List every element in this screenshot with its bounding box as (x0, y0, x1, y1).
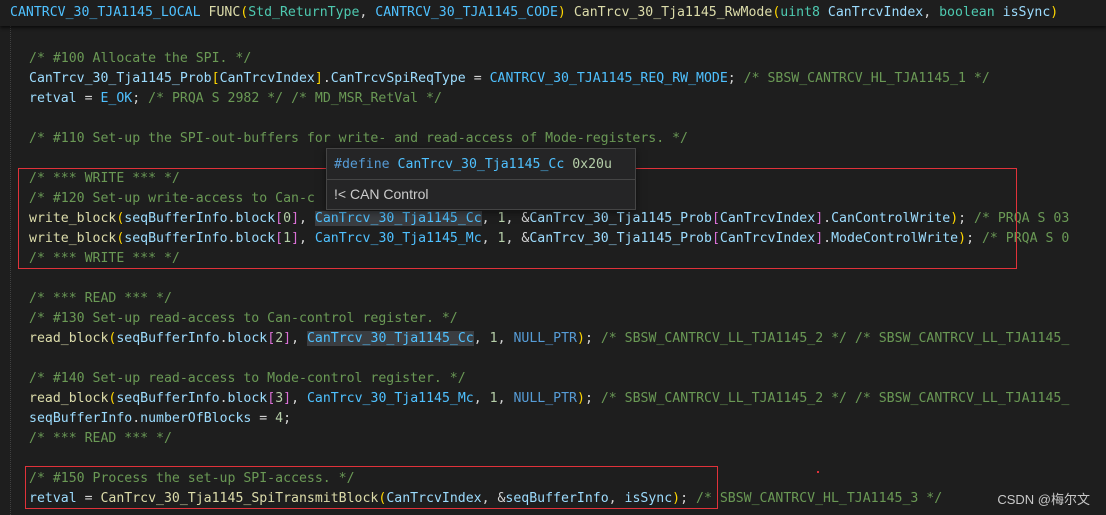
comment: /* PRQA S 0 (981, 231, 1070, 246)
seq-buffer-info: seqBufferInfo (505, 491, 609, 506)
comment: /* *** WRITE *** */ (29, 171, 180, 186)
sig-param1-type: uint8 (780, 5, 820, 20)
hover-tooltip: #define CanTrcv_30_Tja1145_Cc 0x20u !< C… (326, 148, 636, 210)
spi-transmit-call: CanTrcv_30_Tja1145_SpiTransmitBlock (100, 491, 379, 506)
sig-func-keyword: FUNC (208, 5, 241, 20)
prob-array: CanTrcv_30_Tja1145_Prob (29, 71, 212, 86)
block-member: block (235, 231, 276, 246)
indent-guide (10, 26, 11, 515)
sig-function-name[interactable]: CanTrcv_30_Tja1145_RwMode (574, 5, 773, 20)
comment: /* PRQA S 2982 */ (148, 91, 284, 106)
null-ptr: NULL_PTR (513, 391, 577, 406)
comment: /* SBSW_CANTRCV_HL_TJA1145_1 */ (743, 71, 990, 86)
comment: /* SBSW_CANTRCV_HL_TJA1145_3 */ (696, 491, 943, 506)
index: 1 (283, 231, 292, 246)
hover-define-line: #define CanTrcv_30_Tja1145_Cc 0x20u (334, 153, 612, 177)
read-block-call: read_block (29, 331, 109, 346)
sig-code-class: CANTRCV_30_TJA1145_CODE (375, 5, 558, 20)
comment: /* *** READ *** */ (29, 291, 172, 306)
e-ok-macro: E_OK (100, 91, 133, 106)
define-name: CanTrcv_30_Tja1145_Cc (397, 157, 565, 172)
block-member: block (227, 391, 268, 406)
count: 1 (489, 391, 498, 406)
sig-return-type: Std_ReturnType (248, 5, 360, 20)
comment: /* #150 Process the set-up SPI-access. *… (29, 471, 355, 486)
sig-param2-name: isSync (1002, 5, 1051, 20)
annotation-dot (817, 471, 819, 473)
prob-array: CanTrcv_30_Tja1145_Prob (529, 211, 712, 226)
comment: /* SBSW_CANTRCV_LL_TJA1145_ (854, 331, 1070, 346)
sig-param2-type: boolean (939, 5, 995, 20)
retval-var: retval (29, 491, 77, 506)
seq-buffer-info: seqBufferInfo (29, 411, 133, 426)
retval-var: retval (29, 91, 77, 106)
comment: /* *** READ *** */ (29, 431, 172, 446)
comment: /* #130 Set-up read-access to Can-contro… (29, 311, 458, 326)
code-editor[interactable]: /* #100 Allocate the SPI. */ CanTrcv_30_… (0, 30, 1106, 515)
index: 2 (275, 331, 284, 346)
comment: /* SBSW_CANTRCV_LL_TJA1145_2 */ (600, 331, 847, 346)
seq-buffer-info: seqBufferInfo (124, 231, 228, 246)
spi-req-member: CanTrcvSpiReqType (330, 71, 466, 86)
define-value: 0x20u (572, 157, 612, 172)
can-control-write-member: CanControlWrite (831, 211, 951, 226)
null-ptr: NULL_PTR (513, 331, 577, 346)
count: 1 (497, 211, 506, 226)
comment: /* #100 Allocate the SPI. */ (29, 51, 252, 66)
trcv-index: CanTrcvIndex (719, 231, 816, 246)
mc-macro: CanTrcv_30_Tja1145_Mc (314, 231, 482, 246)
comment: /* SBSW_CANTRCV_LL_TJA1145_ (854, 391, 1070, 406)
hover-doc-text: !< CAN Control (334, 186, 429, 202)
prob-array: CanTrcv_30_Tja1145_Prob (529, 231, 712, 246)
is-sync-arg: isSync (624, 491, 673, 506)
block-member: block (235, 211, 276, 226)
trcv-index: CanTrcvIndex (219, 71, 315, 86)
cc-macro-highlighted[interactable]: CanTrcv_30_Tja1145_Cc (306, 331, 474, 346)
block-member: block (227, 331, 268, 346)
seq-buffer-info: seqBufferInfo (116, 391, 220, 406)
comment: /* *** WRITE *** */ (29, 251, 180, 266)
block-count: 4 (275, 411, 284, 426)
mode-control-write-member: ModeControlWrite (831, 231, 959, 246)
index: 3 (275, 391, 284, 406)
function-signature-header: CANTRCV_30_TJA1145_LOCAL FUNC(Std_Return… (0, 0, 1106, 26)
sig-macro: CANTRCV_30_TJA1145_LOCAL (10, 5, 201, 20)
req-rw-mode-macro: CANTRCV_30_TJA1145_REQ_RW_MODE (489, 71, 728, 86)
write-block-call: write_block (29, 231, 117, 246)
mc-macro: CanTrcv_30_Tja1145_Mc (306, 391, 474, 406)
sig-param1-name: CanTrcvIndex (827, 5, 924, 20)
comment: /* SBSW_CANTRCV_LL_TJA1145_2 */ (600, 391, 847, 406)
write-block-call: write_block (29, 211, 117, 226)
trcv-index: CanTrcvIndex (719, 211, 816, 226)
comment: /* #120 Set-up write-access to Can-c (29, 191, 315, 206)
read-block-call: read_block (29, 391, 109, 406)
count: 1 (489, 331, 498, 346)
comment: /* MD_MSR_RetVal */ (291, 91, 442, 106)
index: 0 (283, 211, 292, 226)
comment: /* #110 Set-up the SPI-out-buffers for w… (29, 131, 688, 146)
csdn-watermark: CSDN @梅尔文 (997, 492, 1090, 507)
trcv-index: CanTrcvIndex (386, 491, 482, 506)
hover-separator (327, 179, 635, 180)
count: 1 (497, 231, 506, 246)
cc-macro-highlighted[interactable]: CanTrcv_30_Tja1145_Cc (314, 211, 482, 226)
comment: /* PRQA S 03 (974, 211, 1070, 226)
comment: /* #140 Set-up read-access to Mode-contr… (29, 371, 466, 386)
number-of-blocks-member: numberOfBlocks (140, 411, 252, 426)
seq-buffer-info: seqBufferInfo (124, 211, 228, 226)
define-keyword: #define (334, 157, 390, 172)
seq-buffer-info: seqBufferInfo (116, 331, 220, 346)
